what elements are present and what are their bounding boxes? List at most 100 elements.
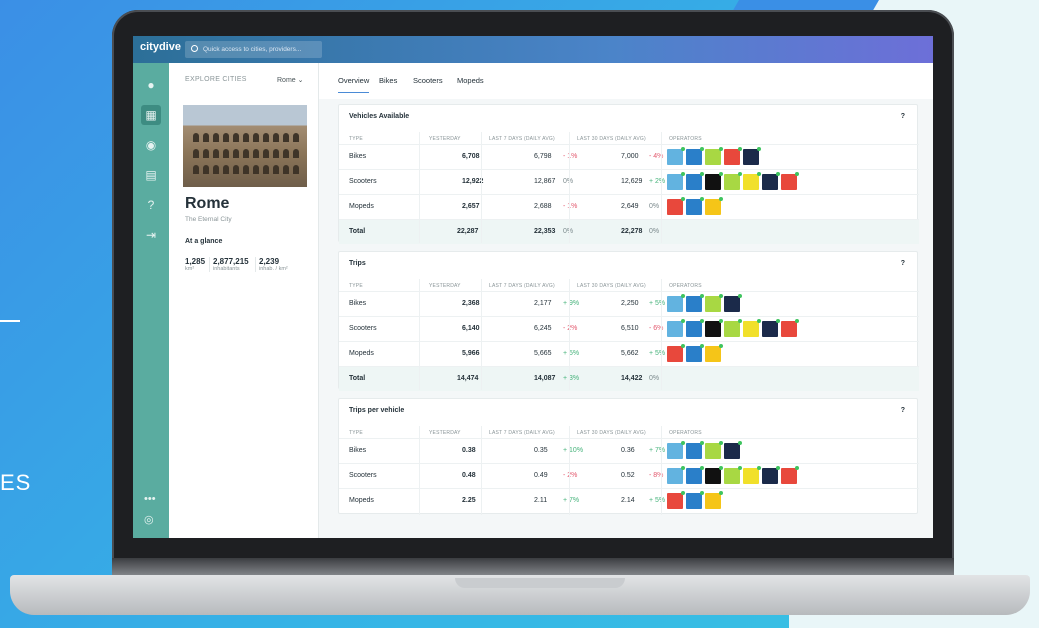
at-a-glance-label: At a glance: [185, 238, 223, 245]
table-row: Mopeds 2.25 2.11 + 7% 2.14 + 5%: [339, 488, 919, 513]
last7-value: 14,087: [534, 375, 556, 382]
operator-logo-icon[interactable]: [743, 466, 761, 484]
operator-logo-icon[interactable]: [705, 197, 723, 215]
status-dot-icon: [700, 441, 704, 445]
operator-logo-icon[interactable]: [705, 466, 723, 484]
tab-overview[interactable]: Overview: [338, 76, 370, 93]
map-pin-icon[interactable]: ◉: [141, 135, 161, 155]
operator-logo-icon[interactable]: [705, 172, 723, 190]
export-icon[interactable]: ⇥: [141, 225, 161, 245]
row-type: Scooters: [349, 472, 377, 479]
last7-change: - 1%: [563, 203, 578, 210]
operator-logo-icon[interactable]: [667, 147, 685, 165]
tab-mopeds[interactable]: Mopeds: [457, 76, 484, 85]
operator-logo-icon[interactable]: [705, 147, 723, 165]
help-button[interactable]: ?: [901, 407, 905, 414]
app-logo[interactable]: citydive: [140, 41, 181, 53]
operator-logo-icon[interactable]: [667, 197, 685, 215]
arch-shape: [273, 165, 279, 174]
operator-logo-icon[interactable]: [724, 466, 742, 484]
operator-logo-icon[interactable]: [686, 319, 704, 337]
last30-change: + 7%: [649, 447, 666, 454]
column-header-last7: LAST 7 DAYS (DAILY AVG): [489, 283, 555, 289]
operator-logo-icon[interactable]: [705, 319, 723, 337]
help-button[interactable]: ?: [901, 260, 905, 267]
operator-logo-icon[interactable]: [667, 172, 685, 190]
card-title: Trips: [349, 260, 366, 267]
operator-logo-icon[interactable]: [781, 319, 799, 337]
operator-logo-icon[interactable]: [686, 147, 704, 165]
operator-logo-icon[interactable]: [724, 294, 742, 312]
column-header-last30: LAST 30 DAYS (DAILY AVG): [577, 283, 646, 289]
table-row: Scooters 0.48 0.49- 2% 0.52- 8%: [339, 463, 919, 488]
operator-logo-icon[interactable]: [724, 172, 742, 190]
operator-logo-icon[interactable]: [705, 491, 723, 509]
arch-shape: [263, 149, 269, 158]
operator-logo-icon[interactable]: [724, 147, 742, 165]
last30-value: 0.52: [621, 472, 635, 479]
column-header-last30: LAST 30 DAYS (DAILY AVG): [577, 430, 646, 436]
stat-area-unit: km²: [185, 266, 195, 272]
operator-logo-icon[interactable]: [762, 319, 780, 337]
help-icon[interactable]: ?: [141, 195, 161, 215]
status-dot-icon: [776, 319, 780, 323]
column-header-last30: LAST 30 DAYS (DAILY AVG): [577, 136, 646, 142]
more-icon[interactable]: •••: [144, 493, 156, 505]
column-header-type: TYPE: [349, 136, 363, 142]
operator-logo-icon[interactable]: [667, 344, 685, 362]
city-selector[interactable]: Rome ⌄: [277, 76, 304, 84]
arch-shape: [213, 165, 219, 174]
operator-logo-icon[interactable]: [667, 466, 685, 484]
operator-logo-icon[interactable]: [705, 294, 723, 312]
report-icon[interactable]: ▤: [141, 165, 161, 185]
operator-logo-icon[interactable]: [724, 319, 742, 337]
status-dot-icon: [681, 294, 685, 298]
operator-logo-icon[interactable]: [686, 344, 704, 362]
operator-logo-icon[interactable]: [686, 491, 704, 509]
operator-logo-icon[interactable]: [705, 344, 723, 362]
arch-shape: [243, 133, 249, 142]
operator-logo-icon[interactable]: [686, 197, 704, 215]
tab-scooters[interactable]: Scooters: [413, 76, 443, 85]
operator-logo-icon[interactable]: [686, 294, 704, 312]
operator-logo-icon[interactable]: [667, 319, 685, 337]
help-button[interactable]: ?: [901, 113, 905, 120]
column-header-operators: OPERATORS: [669, 136, 702, 142]
operator-logo-icon[interactable]: [667, 294, 685, 312]
operator-logo-icon[interactable]: [667, 491, 685, 509]
last7-change: - 1%: [563, 153, 578, 160]
column-divider: [481, 132, 482, 243]
search-input[interactable]: Quick access to cities, providers...: [185, 41, 322, 58]
operator-logo-icon[interactable]: [724, 441, 742, 459]
stat-inhabitants-value: 2,877,215: [213, 257, 249, 266]
operator-logo-icon[interactable]: [762, 466, 780, 484]
operator-logo-icon[interactable]: [743, 319, 761, 337]
operator-logo-icon[interactable]: [705, 441, 723, 459]
operator-logo-icon[interactable]: [743, 147, 761, 165]
last7-value: 6,245: [534, 325, 552, 332]
status-dot-icon: [681, 197, 685, 201]
last30-value: 2,250: [621, 300, 639, 307]
operator-logo-icon[interactable]: [686, 466, 704, 484]
tabs-bar: Overview Bikes Scooters Mopeds: [319, 63, 933, 99]
operator-logo-icon[interactable]: [762, 172, 780, 190]
row-type: Total: [349, 228, 366, 235]
status-dot-icon: [757, 172, 761, 176]
operator-logo-icon[interactable]: [781, 466, 799, 484]
top-bar: citydive Quick access to cities, provide…: [133, 36, 933, 63]
last30-change: 0%: [649, 228, 660, 235]
account-icon[interactable]: ◎: [144, 513, 154, 526]
city-icon[interactable]: ▦: [141, 105, 161, 125]
operator-logo-icon[interactable]: [667, 441, 685, 459]
pin-icon[interactable]: ●: [141, 75, 161, 95]
operator-logo-icon[interactable]: [686, 172, 704, 190]
status-dot-icon: [757, 147, 761, 151]
last7-value: 2,688: [534, 203, 552, 210]
operator-logo-icon[interactable]: [743, 172, 761, 190]
operator-logo-icon[interactable]: [781, 172, 799, 190]
operator-logo-icon[interactable]: [686, 441, 704, 459]
status-dot-icon: [738, 294, 742, 298]
tab-bikes[interactable]: Bikes: [379, 76, 397, 85]
yesterday-value: 0.48: [462, 472, 476, 479]
column-divider: [569, 426, 570, 515]
